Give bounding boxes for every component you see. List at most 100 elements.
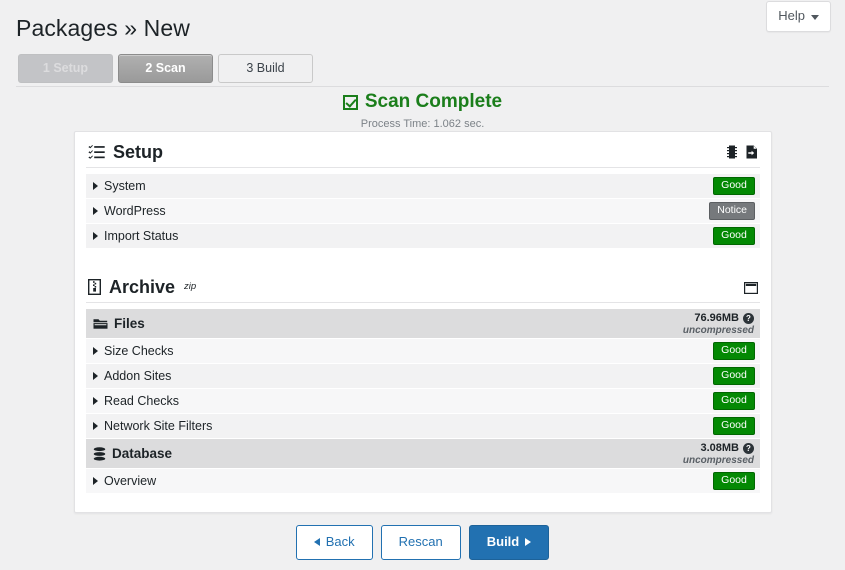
chevron-down-icon <box>811 14 819 20</box>
table-row[interactable]: Network Site Filters Good <box>86 414 760 439</box>
archive-header-icons <box>744 282 758 296</box>
row-label-wrap: System <box>93 179 146 193</box>
caret-right-icon <box>93 182 98 190</box>
size-value: 76.96MB <box>694 311 739 324</box>
tasks-list-icon <box>88 144 105 160</box>
size-info: 76.96MB ? uncompressed <box>683 311 755 336</box>
status-badge: Good <box>713 471 755 491</box>
step-tab-setup[interactable]: 1 Setup <box>18 54 113 84</box>
help-button[interactable]: Help <box>766 1 831 33</box>
status-badge: Good <box>713 176 755 196</box>
wizard-steps: 1 Setup 2 Scan 3 Build <box>18 54 313 84</box>
window-panel-icon[interactable] <box>744 282 758 294</box>
row-label: System <box>104 179 146 193</box>
table-row[interactable]: Overview Good <box>86 469 760 494</box>
size-note: uncompressed <box>682 454 754 466</box>
caret-right-icon <box>93 232 98 240</box>
row-label-wrap: WordPress <box>93 204 166 218</box>
caret-right-icon <box>93 347 98 355</box>
row-label: Overview <box>104 474 157 488</box>
size-value-row: 76.96MB ? <box>694 311 754 325</box>
archive-file-icon <box>88 279 101 295</box>
group-label: Database <box>112 446 173 461</box>
group-row-database: Database 3.08MB ? uncompressed <box>86 439 760 469</box>
status-badge: Good <box>713 366 755 386</box>
help-circle-icon[interactable]: ? <box>743 443 754 455</box>
checkbox-checked-icon <box>342 94 358 110</box>
row-label-wrap: Files <box>93 316 145 331</box>
row-label: Import Status <box>104 229 179 243</box>
row-label: Addon Sites <box>104 369 172 383</box>
archive-section-header: Archive zip <box>86 267 760 303</box>
archive-format-superscript: zip <box>184 281 197 293</box>
help-button-container: Help <box>766 1 831 33</box>
arrow-left-icon <box>313 537 320 546</box>
status-badge: Good <box>713 341 755 361</box>
scan-status-title: Scan Complete <box>364 91 503 112</box>
setup-rows: System Good WordPress Notice Import Stat… <box>86 174 760 249</box>
setup-section-title: Setup <box>113 142 164 162</box>
table-row[interactable]: Read Checks Good <box>86 389 760 414</box>
scan-process-time: Process Time: 1.062 sec. <box>360 117 485 130</box>
scan-results-card: Setup System Good WordPress Notice Impor… <box>74 131 772 513</box>
setup-section-title-row: Setup <box>88 143 163 161</box>
status-badge: Good <box>713 391 755 411</box>
caret-right-icon <box>93 477 98 485</box>
status-badge: Good <box>713 226 755 246</box>
archive-section-title: Archive <box>109 277 176 297</box>
setup-header-icons <box>727 145 758 161</box>
size-value-row: 3.08MB ? <box>700 441 754 455</box>
archive-section-title-row: Archive zip <box>88 278 196 296</box>
server-chip-icon[interactable] <box>727 145 737 159</box>
header-divider <box>16 86 829 87</box>
scan-status-block: Scan Complete Process Time: 1.062 sec. <box>0 91 845 130</box>
row-label: WordPress <box>104 204 166 218</box>
rescan-button[interactable]: Rescan <box>380 525 461 560</box>
row-label-wrap: Size Checks <box>93 344 173 358</box>
size-note: uncompressed <box>682 324 754 336</box>
back-button-label: Back <box>325 534 355 549</box>
row-label: Network Site Filters <box>104 419 213 433</box>
size-value: 3.08MB <box>700 441 739 454</box>
table-row[interactable]: Addon Sites Good <box>86 364 760 389</box>
table-row[interactable]: WordPress Notice <box>86 199 760 224</box>
arrow-right-icon <box>525 537 532 546</box>
folder-open-icon <box>93 318 108 330</box>
file-export-icon[interactable] <box>746 145 758 159</box>
status-badge: Good <box>713 416 755 436</box>
help-circle-icon[interactable]: ? <box>743 313 754 325</box>
build-button-label: Build <box>486 534 520 549</box>
build-button[interactable]: Build <box>468 525 550 560</box>
row-label-wrap: Network Site Filters <box>93 419 212 433</box>
status-badge: Notice <box>709 201 755 221</box>
archive-rows: Files 76.96MB ? uncompressed Size Checks… <box>86 309 760 494</box>
step-tab-scan[interactable]: 2 Scan <box>118 54 213 84</box>
size-info: 3.08MB ? uncompressed <box>683 441 755 466</box>
caret-right-icon <box>93 207 98 215</box>
caret-right-icon <box>93 397 98 405</box>
page-title: Packages » New <box>16 15 190 41</box>
caret-right-icon <box>93 422 98 430</box>
step-tab-build[interactable]: 3 Build <box>218 54 313 84</box>
back-button[interactable]: Back <box>295 525 373 560</box>
caret-right-icon <box>93 372 98 380</box>
row-label-wrap: Read Checks <box>93 394 179 408</box>
row-label-wrap: Import Status <box>93 229 178 243</box>
row-label: Read Checks <box>104 394 180 408</box>
setup-section-header: Setup <box>86 132 760 168</box>
scan-status-title-row: Scan Complete <box>342 91 503 114</box>
footer-actions: Back Rescan Build <box>0 525 845 560</box>
table-row[interactable]: System Good <box>86 174 760 199</box>
help-button-label: Help <box>778 8 805 23</box>
group-label: Files <box>114 316 145 331</box>
row-label-wrap: Addon Sites <box>93 369 171 383</box>
row-label: Size Checks <box>104 344 174 358</box>
rescan-button-label: Rescan <box>398 534 443 549</box>
row-label-wrap: Database <box>93 446 172 461</box>
group-row-files: Files 76.96MB ? uncompressed <box>86 309 760 339</box>
table-row[interactable]: Import Status Good <box>86 224 760 249</box>
table-row[interactable]: Size Checks Good <box>86 339 760 364</box>
database-icon <box>93 446 106 461</box>
row-label-wrap: Overview <box>93 474 156 488</box>
